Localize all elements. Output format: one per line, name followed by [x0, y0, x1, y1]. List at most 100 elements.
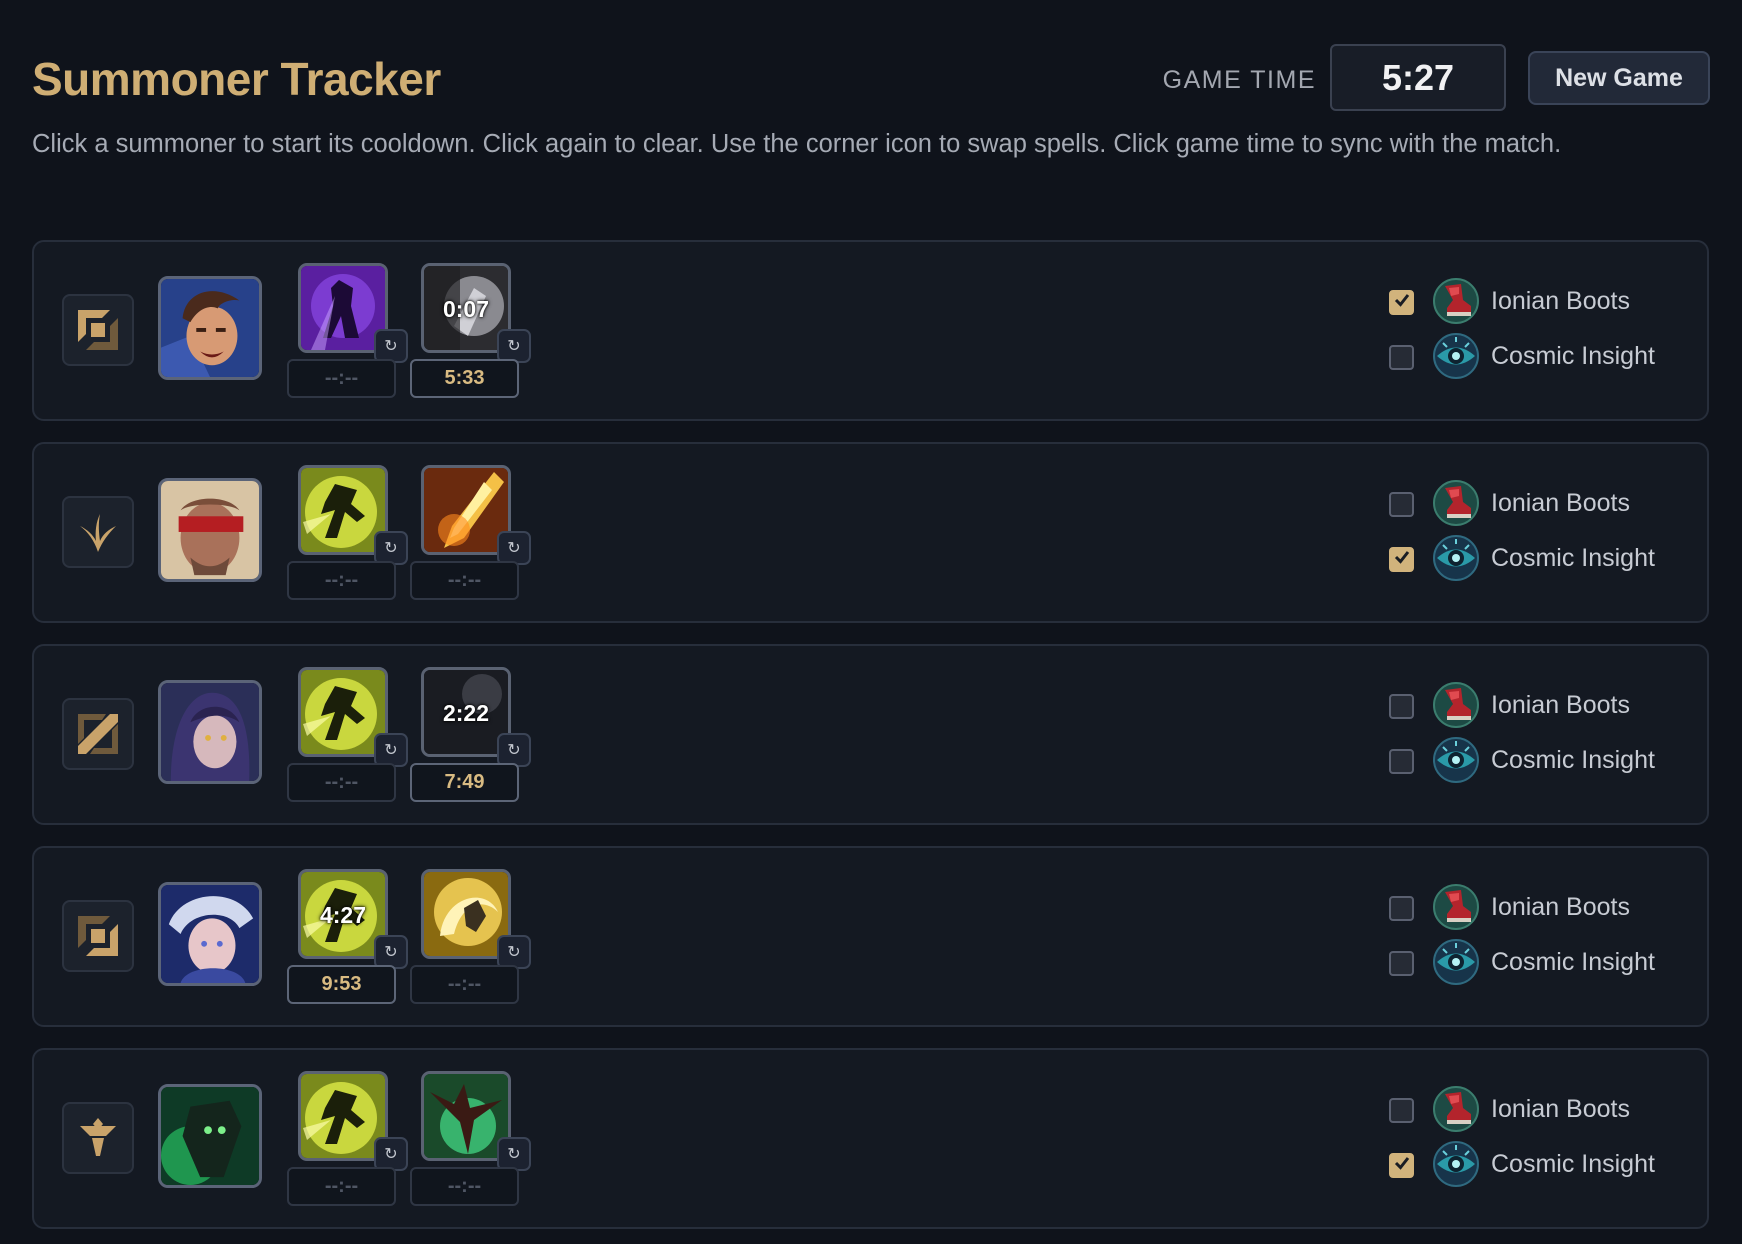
swap-spell-icon[interactable]: ↻ — [374, 733, 408, 767]
item-checkbox[interactable] — [1389, 492, 1414, 517]
spell-timer: 7:49 — [410, 763, 519, 802]
cooldown-overlay — [424, 1074, 508, 1158]
ionian-boots-icon — [1433, 682, 1479, 728]
header: Summoner Tracker GAME TIME 5:27 New Game — [32, 44, 1710, 116]
item-checkbox[interactable] — [1389, 290, 1414, 315]
ionian-boots-icon — [1433, 884, 1479, 930]
item-checkbox[interactable] — [1389, 1153, 1414, 1178]
item-checklist: Ionian Boots Cosmic Insight — [1389, 1086, 1679, 1196]
item-label: Cosmic Insight — [1491, 544, 1655, 572]
item-checklist: Ionian Boots Cosmic Insight — [1389, 682, 1679, 792]
item-checkbox[interactable] — [1389, 896, 1414, 921]
champion-portrait[interactable] — [158, 882, 262, 986]
cosmic-insight-icon — [1433, 939, 1479, 985]
item-label: Cosmic Insight — [1491, 342, 1655, 370]
item-label: Ionian Boots — [1491, 691, 1630, 719]
item-label: Ionian Boots — [1491, 893, 1630, 921]
swap-spell-icon[interactable]: ↻ — [374, 935, 408, 969]
item-checkbox[interactable] — [1389, 749, 1414, 774]
summoner-row: ↻ --:-- 0:07 ↻ 5:33 Ionian Boots Cosmic Insigh… — [32, 240, 1709, 421]
new-game-button[interactable]: New Game — [1528, 51, 1710, 105]
item-toggle[interactable]: Cosmic Insight — [1389, 1141, 1679, 1187]
item-label: Ionian Boots — [1491, 287, 1630, 315]
top-lane-icon — [62, 294, 134, 366]
cosmic-insight-icon — [1433, 535, 1479, 581]
swap-spell-icon[interactable]: ↻ — [374, 531, 408, 565]
item-checkbox[interactable] — [1389, 345, 1414, 370]
swap-spell-icon[interactable]: ↻ — [497, 1137, 531, 1171]
item-label: Ionian Boots — [1491, 1095, 1630, 1123]
champion-portrait-green-icon — [161, 1087, 259, 1185]
item-checkbox[interactable] — [1389, 694, 1414, 719]
cooldown-overlay — [424, 468, 508, 552]
cooldown-overlay: 4:27 — [319, 901, 367, 928]
summoner-row: ↻ --:-- 2:22 ↻ 7:49 Ionian Boots Cosmic Insigh… — [32, 644, 1709, 825]
summoner-row: 4:27 ↻ 9:53 ↻ --:-- Ionian Boots Cosmic Insigh… — [32, 846, 1709, 1027]
spell-timer: --:-- — [287, 763, 396, 802]
instructions-text: Click a summoner to start its cooldown. … — [32, 130, 1562, 158]
item-toggle[interactable]: Cosmic Insight — [1389, 939, 1679, 985]
ionian-boots-icon — [1433, 480, 1479, 526]
champion-portrait[interactable] — [158, 276, 262, 380]
spell-timer: 5:33 — [410, 359, 519, 398]
ionian-boots-icon — [1433, 278, 1479, 324]
cosmic-insight-icon — [1433, 333, 1479, 379]
item-checkbox[interactable] — [1389, 951, 1414, 976]
item-checklist: Ionian Boots Cosmic Insight — [1389, 884, 1679, 994]
item-label: Cosmic Insight — [1491, 948, 1655, 976]
item-checkbox[interactable] — [1389, 547, 1414, 572]
swap-spell-icon[interactable]: ↻ — [497, 531, 531, 565]
swap-spell-icon[interactable]: ↻ — [497, 733, 531, 767]
spell-timer: --:-- — [410, 965, 519, 1004]
item-toggle[interactable]: Cosmic Insight — [1389, 737, 1679, 783]
bot-lane-icon — [62, 900, 134, 972]
cooldown-overlay — [424, 872, 508, 956]
summoner-row: ↻ --:-- ↻ --:-- Ionian Boots Cosmic Insight — [32, 442, 1709, 623]
cosmic-insight-icon — [1433, 1141, 1479, 1187]
spell-timer: --:-- — [410, 561, 519, 600]
champion-portrait[interactable] — [158, 680, 262, 784]
champion-portrait-brown-hair-icon — [161, 279, 259, 377]
game-time-display[interactable]: 5:27 — [1330, 44, 1506, 111]
item-toggle[interactable]: Ionian Boots — [1389, 1086, 1679, 1132]
game-time-label: GAME TIME — [1162, 66, 1316, 94]
swap-spell-icon[interactable]: ↻ — [374, 329, 408, 363]
support-icon — [62, 1102, 134, 1174]
champion-portrait-white-hair-icon — [161, 885, 259, 983]
jungle-icon — [62, 496, 134, 568]
cooldown-overlay — [301, 266, 385, 350]
item-toggle[interactable]: Ionian Boots — [1389, 480, 1679, 526]
swap-spell-icon[interactable]: ↻ — [497, 935, 531, 969]
checkmark-icon — [1393, 548, 1411, 571]
mid-lane-icon — [62, 698, 134, 770]
item-label: Cosmic Insight — [1491, 1150, 1655, 1178]
champion-portrait-blindfold-icon — [161, 481, 259, 579]
swap-spell-icon[interactable]: ↻ — [374, 1137, 408, 1171]
item-toggle[interactable]: Ionian Boots — [1389, 278, 1679, 324]
checkmark-icon — [1393, 1154, 1411, 1177]
summoner-row: ↻ --:-- ↻ --:-- Ionian Boots Cosmic Insight — [32, 1048, 1709, 1229]
ionian-boots-icon — [1433, 1086, 1479, 1132]
spell-timer: --:-- — [287, 359, 396, 398]
champion-portrait[interactable] — [158, 478, 262, 582]
cooldown-overlay: 2:22 — [442, 699, 490, 726]
champion-portrait-dark-hair-icon — [161, 683, 259, 781]
cooldown-overlay — [301, 1074, 385, 1158]
item-toggle[interactable]: Cosmic Insight — [1389, 333, 1679, 379]
item-checklist: Ionian Boots Cosmic Insight — [1389, 278, 1679, 388]
item-toggle[interactable]: Cosmic Insight — [1389, 535, 1679, 581]
item-checkbox[interactable] — [1389, 1098, 1414, 1123]
swap-spell-icon[interactable]: ↻ — [497, 329, 531, 363]
item-checklist: Ionian Boots Cosmic Insight — [1389, 480, 1679, 590]
item-toggle[interactable]: Ionian Boots — [1389, 682, 1679, 728]
cooldown-overlay — [301, 670, 385, 754]
champion-portrait[interactable] — [158, 1084, 262, 1188]
spell-timer: --:-- — [410, 1167, 519, 1206]
spell-timer: --:-- — [287, 1167, 396, 1206]
page-title: Summoner Tracker — [32, 53, 441, 105]
cooldown-overlay: 0:07 — [442, 295, 490, 322]
item-label: Cosmic Insight — [1491, 746, 1655, 774]
checkmark-icon — [1393, 291, 1411, 314]
cooldown-overlay — [301, 468, 385, 552]
item-toggle[interactable]: Ionian Boots — [1389, 884, 1679, 930]
